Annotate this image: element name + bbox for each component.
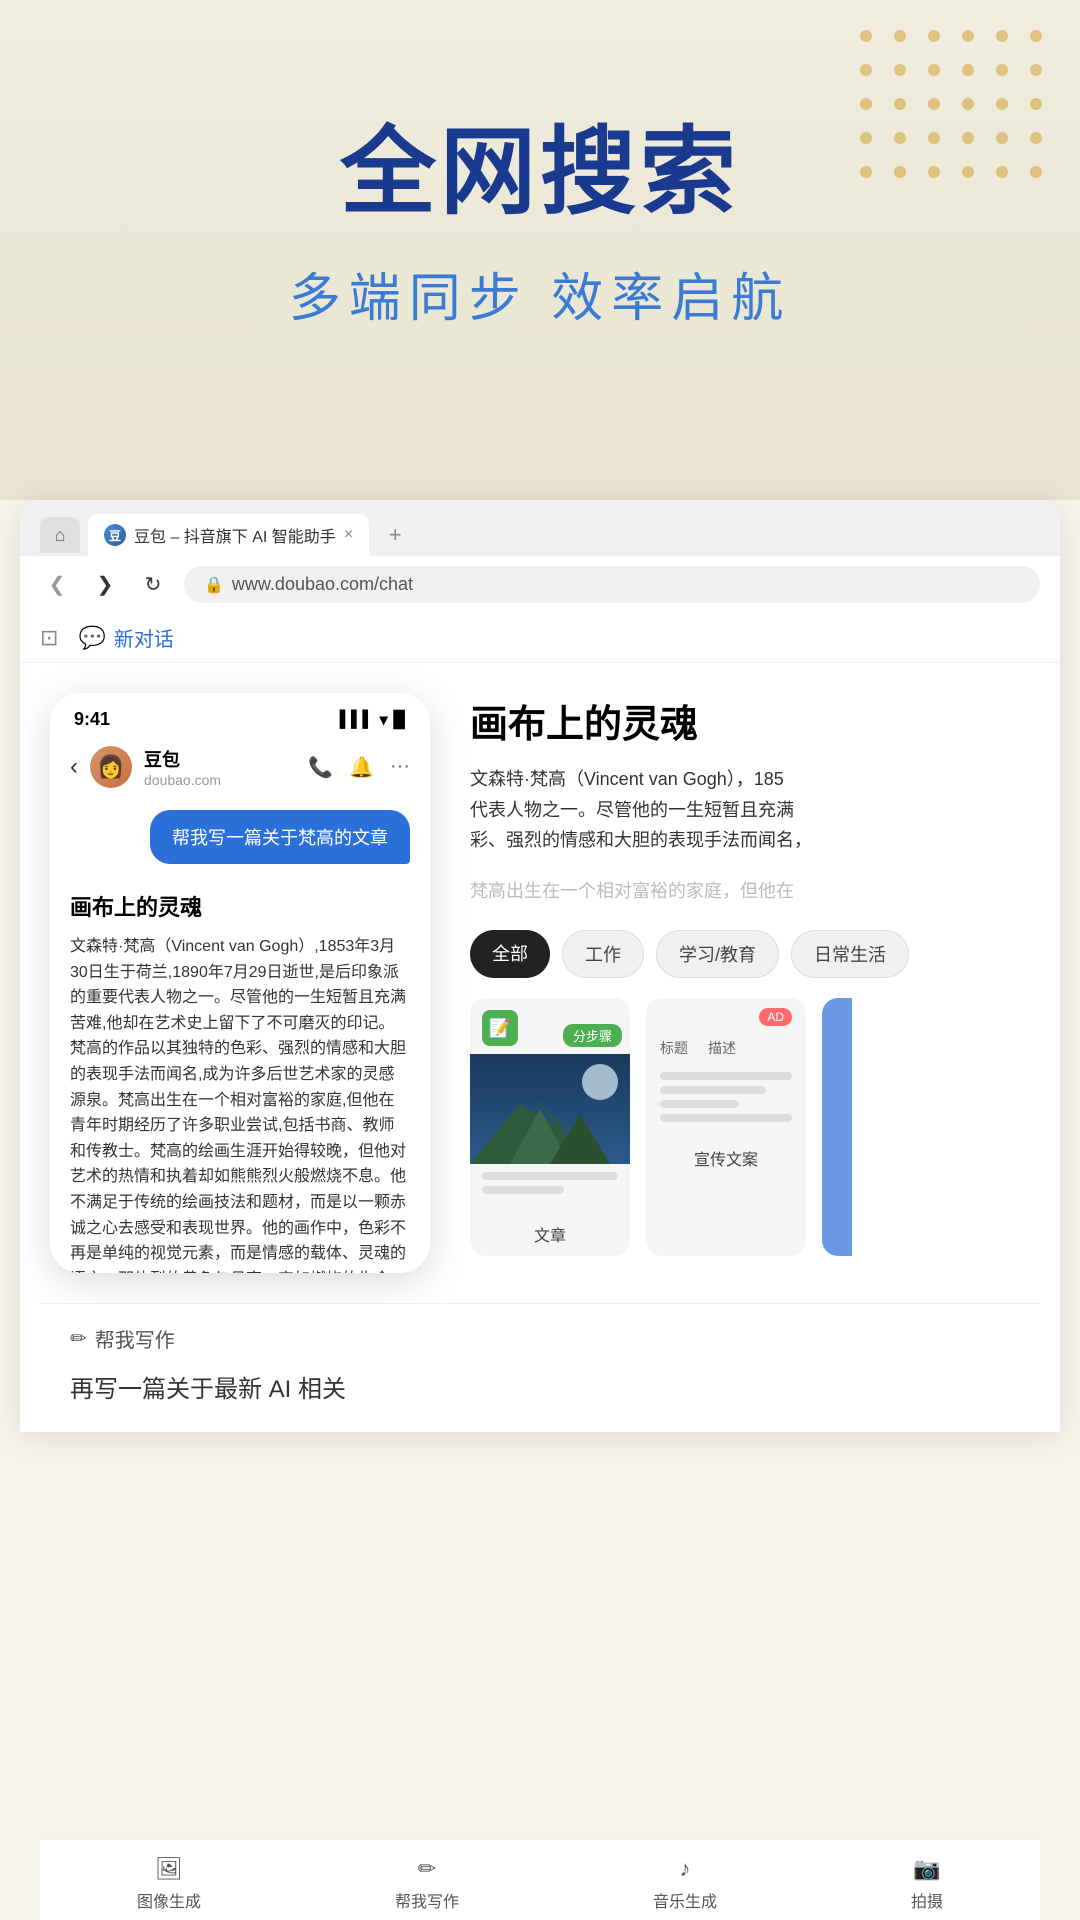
new-chat-label: 新对话	[114, 623, 174, 652]
nav-item-camera[interactable]: 📷 拍摄	[911, 1856, 943, 1912]
phone-status-icons: ▌▌▌ ▾ ▉	[340, 710, 406, 730]
browser-window: ⌂ 豆 豆包 – 抖音旗下 AI 智能助手 × + ❮ ❯	[20, 500, 1060, 1432]
browser-toolbar: ⊡ 💬 新对话	[20, 613, 1060, 663]
help-write-title: ✏ 帮我写作	[70, 1324, 1010, 1353]
address-bar[interactable]: 🔒 www.doubao.com/chat	[184, 566, 1040, 603]
sidebar-toggle-icon[interactable]: ⊡	[40, 625, 58, 651]
browser-chrome: ⌂ 豆 豆包 – 抖音旗下 AI 智能助手 × +	[20, 500, 1060, 556]
feature-cards: 📝 分步骤	[470, 998, 1020, 1256]
mountain-svg	[470, 1054, 630, 1164]
refresh-button[interactable]: ↻	[136, 568, 170, 602]
tab-work[interactable]: 工作	[562, 930, 644, 978]
dots-decoration	[860, 30, 1050, 186]
feature-card-article[interactable]: 📝 分步骤	[470, 998, 630, 1256]
ad-badge: AD	[759, 1008, 792, 1026]
nav-label-image-gen: 图像生成	[137, 1888, 201, 1912]
wifi-icon: ▾	[380, 710, 388, 730]
new-tab-button[interactable]: +	[377, 517, 413, 553]
ad-field-desc: 描述	[708, 1038, 736, 1058]
phone-article-body: 文森特·梵高（Vincent van Gogh）,1853年3月30日生于荷兰,…	[70, 934, 410, 1273]
chat-icon: 💬	[78, 625, 105, 651]
browser-content: 9:41 ▌▌▌ ▾ ▉ ‹ 👩 豆包 doubao.com	[20, 663, 1060, 1303]
feature-card-partial	[822, 998, 852, 1256]
forward-icon: ❯	[97, 572, 114, 597]
browser-tab-bar: ⌂ 豆 豆包 – 抖音旗下 AI 智能助手 × +	[40, 514, 1040, 556]
ad-field-labels: 标题 描述	[646, 1032, 806, 1064]
music-icon: ♪	[679, 1856, 690, 1882]
home-icon: ⌂	[55, 525, 66, 546]
phone-avatar: 👩	[90, 746, 132, 788]
phone-call-icon[interactable]: 📞	[308, 755, 333, 780]
desktop-article-title: 画布上的灵魂	[470, 693, 1020, 748]
phone-article-content: 画布上的灵魂 文森特·梵高（Vincent van Gogh）,1853年3月3…	[50, 874, 430, 1273]
new-chat-button[interactable]: 💬 新对话	[78, 623, 173, 652]
write-icon: ✏	[418, 1856, 436, 1882]
feature-tabs: 全部 工作 学习/教育 日常生活	[470, 930, 1020, 978]
lock-icon: 🔒	[204, 575, 224, 595]
nav-item-image-gen[interactable]: 🖼 图像生成	[137, 1856, 201, 1912]
phone-article-title: 画布上的灵魂	[70, 890, 410, 922]
card-label-ad: 宣传文案	[646, 1136, 806, 1180]
desktop-article-body: 文森特·梵高（Vincent van Gogh），185 代表人物之一。尽管他的…	[470, 764, 1020, 856]
hero-subtitle: 多端同步 效率启航	[60, 256, 1020, 331]
nav-label-music: 音乐生成	[653, 1888, 717, 1912]
url-text: www.doubao.com/chat	[232, 574, 413, 595]
nav-label-camera: 拍摄	[911, 1888, 943, 1912]
tab-study[interactable]: 学习/教育	[656, 930, 779, 978]
card-label-article: 文章	[470, 1212, 630, 1256]
signal-icon: ▌▌▌	[340, 711, 374, 729]
nav-item-music[interactable]: ♪ 音乐生成	[653, 1856, 717, 1912]
pencil-icon: ✏	[70, 1326, 87, 1351]
tab-all[interactable]: 全部	[470, 930, 550, 978]
card-image-article	[470, 1054, 630, 1164]
tab-close-button[interactable]: ×	[344, 526, 353, 544]
active-tab[interactable]: 豆 豆包 – 抖音旗下 AI 智能助手 ×	[88, 514, 369, 556]
phone-mockup: 9:41 ▌▌▌ ▾ ▉ ‹ 👩 豆包 doubao.com	[50, 693, 430, 1273]
phone-more-icon[interactable]: ···	[390, 755, 410, 780]
home-tab-icon[interactable]: ⌂	[40, 517, 80, 553]
card-icon-article: 📝	[482, 1010, 518, 1046]
chat-bubble-container: 帮我写一篇关于梵高的文章	[70, 810, 410, 864]
ad-card-header: AD	[646, 998, 806, 1032]
ad-lines	[646, 1064, 806, 1136]
help-write-section: ✏ 帮我写作 再写一篇关于最新 AI 相关	[40, 1303, 1040, 1432]
ad-field-title: 标题	[660, 1038, 688, 1058]
phone-contact-info: 豆包 doubao.com	[144, 746, 296, 788]
nav-item-write[interactable]: ✏ 帮我写作	[395, 1856, 459, 1912]
back-icon: ❮	[49, 572, 66, 597]
desktop-article-body-faded: 梵高出生在一个相对富裕的家庭，但他在	[470, 876, 1020, 907]
tab-favicon: 豆	[104, 524, 126, 546]
card-badge-article: 分步骤	[563, 1024, 622, 1047]
phone-status-bar: 9:41 ▌▌▌ ▾ ▉	[50, 693, 430, 738]
image-gen-icon: 🖼	[155, 1856, 183, 1882]
card-lines	[470, 1164, 630, 1212]
back-button[interactable]: ❮	[40, 568, 74, 602]
desktop-right-content: 画布上的灵魂 文森特·梵高（Vincent van Gogh），185 代表人物…	[430, 663, 1060, 1303]
phone-contact-url: doubao.com	[144, 772, 296, 788]
refresh-icon: ↻	[145, 572, 162, 597]
feature-card-ad[interactable]: AD 标题 描述 宣传文案	[646, 998, 806, 1256]
phone-action-buttons: 📞 🔔 ···	[308, 755, 410, 780]
camera-icon: 📷	[913, 1856, 940, 1882]
phone-back-button[interactable]: ‹	[70, 753, 78, 781]
rewrite-prompt: 再写一篇关于最新 AI 相关	[70, 1353, 1010, 1412]
forward-button[interactable]: ❯	[88, 568, 122, 602]
tab-daily[interactable]: 日常生活	[791, 930, 909, 978]
phone-mute-icon[interactable]: 🔔	[349, 755, 374, 780]
phone-time: 9:41	[74, 709, 110, 730]
phone-header: ‹ 👩 豆包 doubao.com 📞 🔔 ···	[50, 738, 430, 800]
tab-title: 豆包 – 抖音旗下 AI 智能助手	[134, 523, 336, 547]
hero-section: 全网搜索 多端同步 效率启航	[0, 0, 1080, 500]
bottom-nav: 🖼 图像生成 ✏ 帮我写作 ♪ 音乐生成 📷 拍摄	[40, 1839, 1040, 1920]
browser-nav: ❮ ❯ ↻ 🔒 www.doubao.com/chat	[20, 556, 1060, 613]
phone-contact-name: 豆包	[144, 746, 296, 772]
nav-label-write: 帮我写作	[395, 1888, 459, 1912]
chat-bubble-text: 帮我写一篇关于梵高的文章	[150, 810, 410, 864]
browser-section: ⌂ 豆 豆包 – 抖音旗下 AI 智能助手 × + ❮ ❯	[0, 500, 1080, 1432]
battery-icon: ▉	[394, 710, 406, 730]
